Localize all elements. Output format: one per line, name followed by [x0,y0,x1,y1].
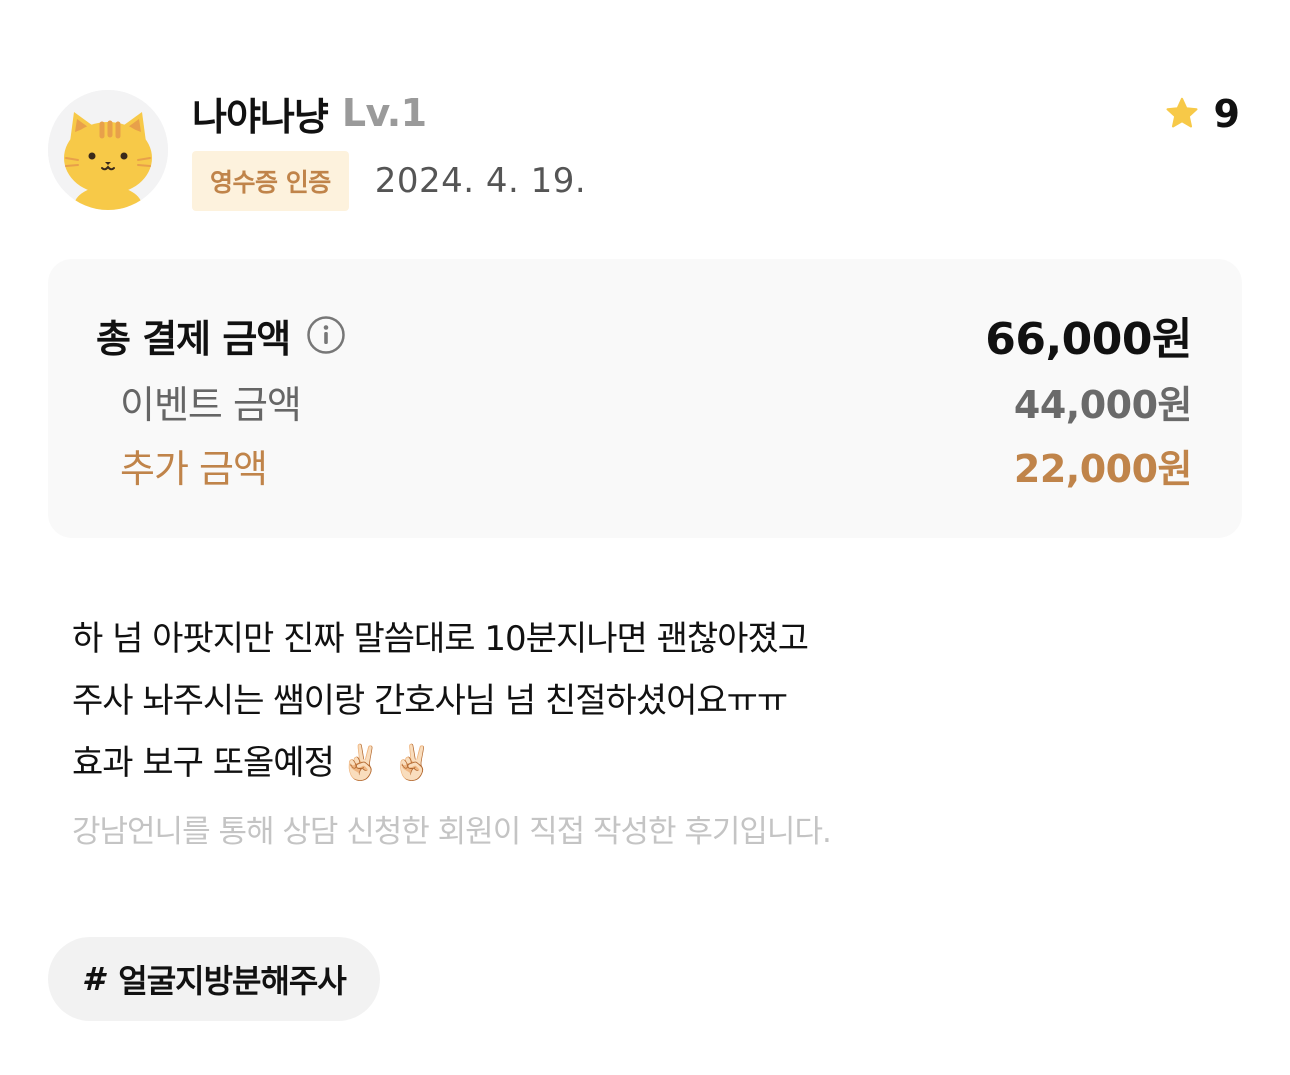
extra-price-label: 추가 금액 [120,446,268,491]
review-body: 하 넘 아팟지만 진짜 말씀대로 10분지나면 괜찮아졌고 주사 놔주시는 쌤이… [72,608,1222,794]
info-icon[interactable] [306,315,346,355]
total-price-row: 총 결제 금액 66,000원 [48,307,1242,365]
extra-price-amount: 22,000원 [1013,446,1193,491]
total-price-label: 총 결제 금액 [96,316,291,361]
review-text-line: 주사 놔주시는 쌤이랑 간호사님 넘 친절하셨어요ㅠㅠ [72,681,788,721]
event-price-row: 이벤트 금액 44,000원 [48,375,1242,427]
avatar[interactable] [48,90,168,210]
extra-price-row: 추가 금액 22,000원 [48,439,1242,491]
user-level: Lv.1 [341,91,427,135]
review-text-last: 효과 보구 또올예정 [72,743,335,783]
event-price-amount: 44,000원 [1013,382,1193,427]
rating-value: 9 [1213,92,1240,136]
tag-label: 얼굴지방분해주사 [118,962,347,1000]
price-summary: 총 결제 금액 66,000원 이벤트 금액 44,000원 추가 금액 22,… [48,259,1242,538]
reviewer-info: 나야나냥 Lv.1 [192,86,427,141]
event-price-label: 이벤트 금액 [120,382,302,427]
username[interactable]: 나야나냥 [192,86,329,141]
star-icon [1164,97,1200,131]
cat-face-icon [48,90,168,210]
peace-hand-emoji: ✌🏻 ✌🏻 [339,743,433,783]
review-text-line: 하 넘 아팟지만 진짜 말씀대로 10분지나면 괜찮아졌고 [72,619,809,659]
review-disclaimer: 강남언니를 통해 상담 신청한 회원이 직접 작성한 후기입니다. [72,814,832,850]
review-card: 나야나냥 Lv.1 영수증 인증 2024. 4. 19. 9 총 결제 금액 [0,0,1290,1075]
receipt-verified-badge: 영수증 인증 [192,151,349,211]
total-price-amount: 66,000원 [985,314,1192,365]
treatment-tag[interactable]: # 얼굴지방분해주사 [48,937,380,1021]
rating: 9 [1164,90,1240,138]
hashtag-icon: # [82,960,105,998]
review-text-line: 효과 보구 또올예정 ✌🏻 ✌🏻 [72,732,1222,794]
review-date: 2024. 4. 19. [374,161,587,201]
review-meta: 영수증 인증 2024. 4. 19. [192,151,586,211]
